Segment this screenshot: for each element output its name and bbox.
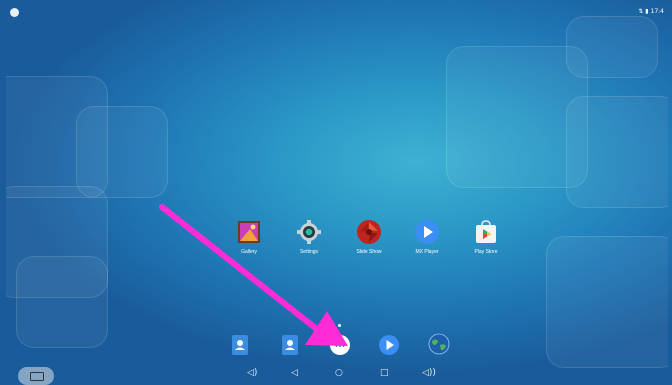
- annotation-arrow: [159, 204, 348, 346]
- android-home-screen: ⇅ ▮ 17:4 Gallery Settings Slide Show MX …: [0, 0, 672, 385]
